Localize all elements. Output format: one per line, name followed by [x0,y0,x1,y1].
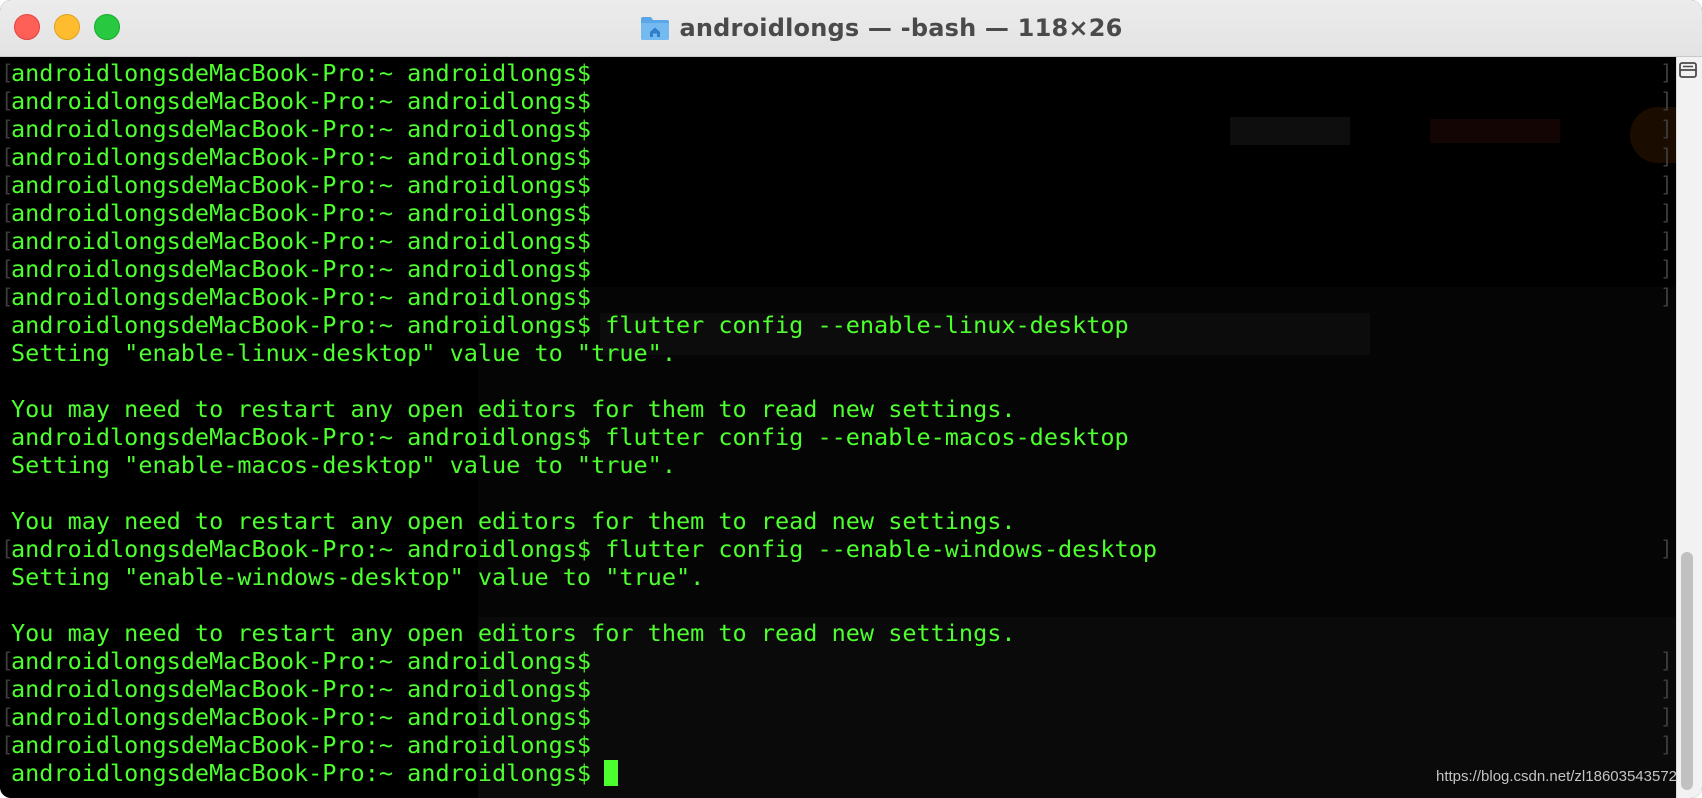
line-text: androidlongsdeMacBook-Pro:~ androidlongs… [11,675,592,703]
line-text: androidlongsdeMacBook-Pro:~ androidlongs… [11,143,592,171]
terminal-line: [] androidlongsdeMacBook-Pro:~ androidlon… [0,87,1676,115]
line-mark-left: [ [1,733,14,757]
line-mark-right: ] [1660,173,1673,197]
terminal-line: [] androidlongsdeMacBook-Pro:~ androidlon… [0,115,1676,143]
line-mark-left: [ [1,285,14,309]
terminal-line: [] androidlongsdeMacBook-Pro:~ androidlon… [0,143,1676,171]
terminal-line: [] androidlongsdeMacBook-Pro:~ androidlon… [0,283,1676,311]
line-text: androidlongsdeMacBook-Pro:~ androidlongs… [11,115,592,143]
line-text: androidlongsdeMacBook-Pro:~ androidlongs… [11,311,1129,339]
line-mark-right: ] [1660,677,1673,701]
terminal-line: [] androidlongsdeMacBook-Pro:~ androidlon… [0,535,1676,563]
line-text: androidlongsdeMacBook-Pro:~ androidlongs… [11,759,592,787]
line-mark-right: ] [1660,537,1673,561]
terminal-line: [] androidlongsdeMacBook-Pro:~ androidlon… [0,199,1676,227]
line-mark-left: [ [1,61,14,85]
line-mark-left: [ [1,145,14,169]
line-mark-right: ] [1660,201,1673,225]
terminal-output[interactable]: [] androidlongsdeMacBook-Pro:~ androidlon… [0,57,1676,798]
terminal-line: [] androidlongsdeMacBook-Pro:~ androidlon… [0,703,1676,731]
line-mark-right: ] [1660,145,1673,169]
scrollbar-thumb[interactable] [1681,552,1693,790]
line-mark-right: ] [1660,285,1673,309]
line-text: androidlongsdeMacBook-Pro:~ androidlongs… [11,731,592,759]
line-text: androidlongsdeMacBook-Pro:~ androidlongs… [11,227,592,255]
terminal-line: androidlongsdeMacBook-Pro:~ androidlongs… [0,759,1676,787]
terminal-line: You may need to restart any open editors… [0,619,1676,647]
line-mark-left: [ [1,89,14,113]
terminal-line: [] androidlongsdeMacBook-Pro:~ androidlon… [0,227,1676,255]
terminal-line: androidlongsdeMacBook-Pro:~ androidlongs… [0,423,1676,451]
terminal-line: Setting "enable-macos-desktop" value to … [0,451,1676,479]
line-mark-right: ] [1660,117,1673,141]
watermark-text: https://blog.csdn.net/zl18603543572 [1436,768,1678,785]
terminal-line: [] androidlongsdeMacBook-Pro:~ androidlon… [0,255,1676,283]
terminal-line: Setting "enable-windows-desktop" value t… [0,563,1676,591]
terminal-line: [] androidlongsdeMacBook-Pro:~ androidlon… [0,731,1676,759]
line-mark-left: [ [1,677,14,701]
window-title: androidlongs — -bash — 118×26 [679,14,1123,42]
line-text: androidlongsdeMacBook-Pro:~ androidlongs… [11,423,1129,451]
line-mark-left: [ [1,257,14,281]
line-mark-right: ] [1660,257,1673,281]
line-text: androidlongsdeMacBook-Pro:~ androidlongs… [11,283,592,311]
terminal-line: androidlongsdeMacBook-Pro:~ androidlongs… [0,311,1676,339]
split-pane-icon[interactable] [1677,60,1699,80]
terminal-line: [] androidlongsdeMacBook-Pro:~ androidlon… [0,647,1676,675]
line-text: You may need to restart any open editors… [11,507,1016,535]
terminal-line: [] androidlongsdeMacBook-Pro:~ androidlon… [0,59,1676,87]
terminal-lines: [] androidlongsdeMacBook-Pro:~ androidlon… [0,59,1676,787]
line-text: androidlongsdeMacBook-Pro:~ androidlongs… [11,171,592,199]
line-mark-left: [ [1,537,14,561]
line-mark-left: [ [1,229,14,253]
line-text: androidlongsdeMacBook-Pro:~ androidlongs… [11,535,1158,563]
line-mark-right: ] [1660,61,1673,85]
line-text: You may need to restart any open editors… [11,395,1016,423]
home-folder-icon [640,17,669,40]
line-text: androidlongsdeMacBook-Pro:~ androidlongs… [11,647,592,675]
terminal-line: [] androidlongsdeMacBook-Pro:~ androidlon… [0,171,1676,199]
terminal-line: You may need to restart any open editors… [0,395,1676,423]
line-text: androidlongsdeMacBook-Pro:~ androidlongs… [11,87,592,115]
terminal-line: You may need to restart any open editors… [0,507,1676,535]
line-mark-right: ] [1660,89,1673,113]
line-mark-right: ] [1660,733,1673,757]
line-mark-left: [ [1,117,14,141]
line-mark-left: [ [1,649,14,673]
window-title-group: androidlongs — -bash — 118×26 [0,0,1702,56]
line-text: androidlongsdeMacBook-Pro:~ androidlongs… [11,703,592,731]
line-text: Setting "enable-linux-desktop" value to … [11,339,676,367]
terminal-line: [] androidlongsdeMacBook-Pro:~ androidlon… [0,675,1676,703]
line-mark-right: ] [1660,229,1673,253]
line-text: androidlongsdeMacBook-Pro:~ androidlongs… [11,255,592,283]
line-text: Setting "enable-windows-desktop" value t… [11,563,705,591]
line-text: You may need to restart any open editors… [11,619,1016,647]
line-mark-right: ] [1660,705,1673,729]
line-text: androidlongsdeMacBook-Pro:~ androidlongs… [11,59,592,87]
terminal-line: Setting "enable-linux-desktop" value to … [0,339,1676,367]
line-mark-left: [ [1,705,14,729]
text-cursor [604,759,619,786]
title-bar[interactable]: androidlongs — -bash — 118×26 [0,0,1702,57]
line-text: Setting "enable-macos-desktop" value to … [11,451,676,479]
line-text: androidlongsdeMacBook-Pro:~ androidlongs… [11,199,592,227]
line-mark-left: [ [1,201,14,225]
terminal-window: androidlongs — -bash — 118×26 [] androidl… [0,0,1702,798]
line-mark-right: ] [1660,649,1673,673]
line-mark-left: [ [1,173,14,197]
